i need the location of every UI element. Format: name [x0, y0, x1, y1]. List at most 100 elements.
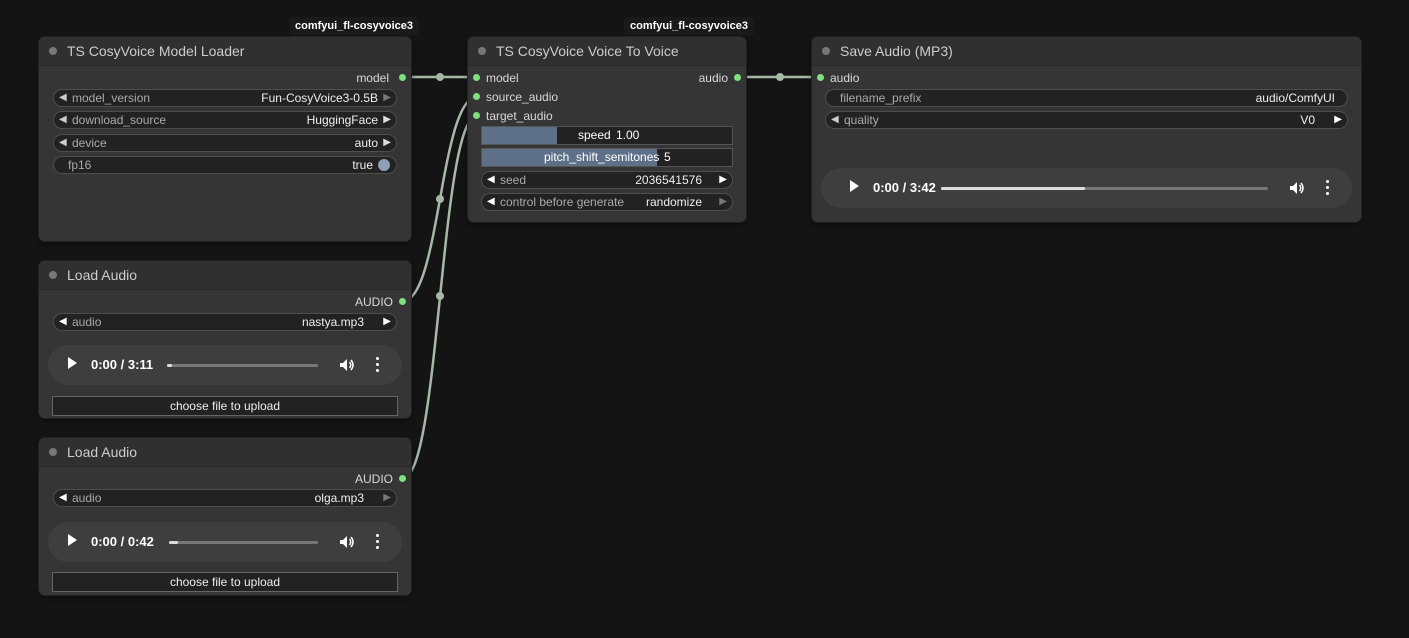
player-seekbar[interactable]	[941, 187, 1268, 190]
seek-progress	[169, 541, 178, 544]
combo-device[interactable]: ◀ device auto ▶	[53, 134, 397, 152]
text-filename-prefix[interactable]: filename_prefix audio/ComfyUI	[825, 89, 1348, 107]
node-title[interactable]: Save Audio (MP3)	[812, 37, 1361, 66]
slot-label: AUDIO	[354, 295, 393, 309]
more-options-icon[interactable]	[1326, 180, 1330, 196]
more-options-icon[interactable]	[376, 357, 380, 373]
combo-quality[interactable]: ◀ quality V0 ▶	[825, 111, 1348, 129]
arrow-right-icon[interactable]: ▶	[719, 172, 727, 188]
arrow-right-icon[interactable]: ▶	[1334, 112, 1342, 128]
arrow-right-icon[interactable]: ▶	[383, 490, 391, 506]
slider-pitch-shift[interactable]: pitch_shift_semitones 5	[481, 148, 733, 167]
output-slot-audio[interactable]: AUDIO	[355, 294, 393, 310]
toggle-knob-icon[interactable]	[378, 159, 390, 171]
combo-download-source[interactable]: ◀ download_source HuggingFace ▶	[53, 111, 397, 129]
audio-player[interactable]: 0:00 / 3:11	[48, 345, 402, 385]
collapse-dot-icon[interactable]	[478, 47, 486, 55]
arrow-left-icon[interactable]: ◀	[59, 314, 67, 330]
input-dot-icon[interactable]	[473, 74, 480, 81]
number-seed[interactable]: ◀ seed 2036541576 ▶	[481, 171, 733, 189]
more-options-icon[interactable]	[376, 534, 380, 550]
player-seekbar[interactable]	[169, 541, 318, 544]
node-model-loader[interactable]: TS CosyVoice Model Loader model ◀ model_…	[39, 37, 411, 241]
arrow-left-icon[interactable]: ◀	[59, 135, 67, 151]
arrow-left-icon[interactable]: ◀	[487, 194, 495, 210]
combo-audio[interactable]: ◀ audio nastya.mp3 ▶	[53, 313, 397, 331]
combo-audio[interactable]: ◀ audio olga.mp3 ▶	[53, 489, 397, 507]
combo-control-before-generate[interactable]: ◀ control before generate randomize ▶	[481, 193, 733, 211]
upload-button[interactable]: choose file to upload	[52, 396, 398, 416]
widget-label: seed	[500, 173, 527, 187]
collapse-dot-icon[interactable]	[49, 448, 57, 456]
output-slot-model[interactable]: model	[356, 70, 389, 86]
arrow-left-icon[interactable]: ◀	[831, 112, 839, 128]
volume-icon[interactable]	[1289, 180, 1305, 196]
input-slot-target-audio[interactable]: target_audio	[486, 108, 553, 124]
volume-icon[interactable]	[339, 534, 355, 550]
slider-label: speed	[578, 128, 611, 142]
arrow-right-icon[interactable]: ▶	[719, 194, 727, 210]
slot-label: source_audio	[486, 90, 559, 104]
input-dot-icon[interactable]	[473, 93, 480, 100]
node-load-audio-2[interactable]: Load Audio AUDIO ◀ audio olga.mp3 ▶ 0:00…	[39, 438, 411, 595]
widget-label: model_version	[72, 91, 151, 105]
input-dot-icon[interactable]	[817, 74, 824, 81]
input-slot-source-audio[interactable]: source_audio	[486, 89, 558, 105]
widget-value: audio/ComfyUI	[1255, 91, 1335, 105]
widget-label: filename_prefix	[840, 91, 922, 105]
node-load-audio-1[interactable]: Load Audio AUDIO ◀ audio nastya.mp3 ▶ 0:…	[39, 261, 411, 418]
player-seekbar[interactable]	[167, 364, 318, 367]
node-title-text: Save Audio (MP3)	[840, 43, 953, 59]
play-icon[interactable]	[850, 180, 859, 192]
widget-label: fp16	[68, 158, 92, 172]
node-title[interactable]: Load Audio	[39, 261, 411, 290]
node-title[interactable]: TS CosyVoice Model Loader	[39, 37, 411, 66]
output-dot-icon[interactable]	[399, 475, 406, 482]
widget-value: V0	[1300, 113, 1315, 127]
toggle-fp16[interactable]: fp16 true	[53, 156, 397, 174]
widget-label: audio	[72, 491, 102, 505]
slider-speed[interactable]: speed 1.00	[481, 126, 733, 145]
arrow-right-icon[interactable]: ▶	[383, 135, 391, 151]
player-time: 0:00 / 3:11	[91, 357, 154, 372]
node-title[interactable]: Load Audio	[39, 438, 411, 467]
node-voice-to-voice[interactable]: TS CosyVoice Voice To Voice model source…	[468, 37, 746, 222]
output-slot-audio[interactable]: AUDIO	[355, 471, 393, 487]
slot-label: target_audio	[486, 109, 553, 123]
arrow-left-icon[interactable]: ◀	[487, 172, 495, 188]
output-slot-audio[interactable]: audio	[699, 70, 728, 86]
collapse-dot-icon[interactable]	[822, 47, 830, 55]
input-dot-icon[interactable]	[473, 112, 480, 119]
input-slot-model[interactable]: model	[486, 70, 519, 86]
arrow-left-icon[interactable]: ◀	[59, 90, 67, 106]
node-save-audio[interactable]: Save Audio (MP3) audio filename_prefix a…	[812, 37, 1361, 222]
node-title[interactable]: TS CosyVoice Voice To Voice	[468, 37, 746, 66]
upload-button[interactable]: choose file to upload	[52, 572, 398, 592]
arrow-right-icon[interactable]: ▶	[383, 112, 391, 128]
slot-label: model	[356, 71, 389, 85]
collapse-dot-icon[interactable]	[49, 271, 57, 279]
output-dot-icon[interactable]	[734, 74, 741, 81]
slot-label: audio	[830, 71, 860, 85]
player-time: 0:00 / 0:42	[91, 534, 154, 549]
slot-label: audio	[698, 71, 728, 85]
audio-player[interactable]: 0:00 / 0:42	[48, 522, 402, 562]
widget-value: HuggingFace	[306, 113, 378, 127]
arrow-left-icon[interactable]: ◀	[59, 112, 67, 128]
slider-value: 5	[664, 150, 671, 164]
arrow-right-icon[interactable]: ▶	[383, 314, 391, 330]
play-icon[interactable]	[68, 357, 77, 369]
collapse-dot-icon[interactable]	[49, 47, 57, 55]
arrow-left-icon[interactable]: ◀	[59, 490, 67, 506]
combo-model-version[interactable]: ◀ model_version Fun-CosyVoice3-0.5B ▶	[53, 89, 397, 107]
audio-player[interactable]: 0:00 / 3:42	[821, 168, 1352, 208]
play-icon[interactable]	[68, 534, 77, 546]
slider-value: 1.00	[616, 128, 640, 142]
slot-label: AUDIO	[354, 472, 393, 486]
output-dot-icon[interactable]	[399, 298, 406, 305]
input-slot-audio[interactable]: audio	[830, 70, 859, 86]
wire-reroute-dot	[436, 73, 444, 81]
volume-icon[interactable]	[339, 357, 355, 373]
output-dot-icon[interactable]	[399, 74, 406, 81]
arrow-right-icon[interactable]: ▶	[383, 90, 391, 106]
